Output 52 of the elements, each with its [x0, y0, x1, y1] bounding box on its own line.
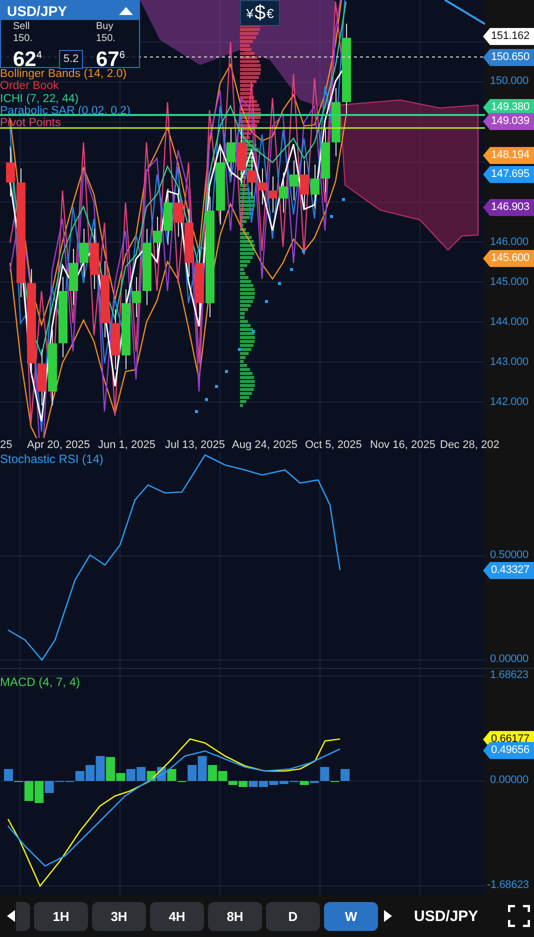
indicator-legend[interactable]: ICHI (7, 22, 44)	[0, 92, 130, 105]
price-tag: 0.49656	[483, 742, 534, 759]
sell-label: Sell	[13, 21, 31, 33]
price-tag: 147.695	[483, 166, 534, 183]
symbol-label[interactable]: USD/JPY	[414, 908, 478, 924]
axis-label: 1.68623	[490, 669, 528, 681]
indicator-legend[interactable]: Bollinger Bands (14, 2.0)	[0, 68, 130, 80]
timeframe-button[interactable]: W	[324, 902, 378, 930]
axis-label: 142.000	[490, 396, 528, 408]
price-tag: 149.039	[483, 113, 534, 130]
timeframe-button[interactable]: 4H	[150, 902, 204, 930]
indicator-title: MACD (4, 7, 4)	[0, 675, 80, 689]
date-label: Apr 20, 2025	[27, 439, 90, 451]
price-tag: 146.903	[483, 199, 534, 216]
date-label: Oct 5, 2025	[305, 439, 362, 451]
buy-label: Buy	[96, 21, 114, 33]
spread-value: 5.2	[59, 50, 83, 69]
big-figure: 150.	[13, 33, 34, 45]
axis-label: 0.00000	[490, 653, 528, 665]
date-label: 25	[0, 439, 12, 451]
axis-label: 150.000	[490, 75, 528, 87]
date-label: Aug 24, 2025	[232, 439, 298, 451]
timeframe-button[interactable]: 8H	[208, 902, 262, 930]
price-tag: 148.194	[483, 147, 534, 164]
axis-label: 0.00000	[490, 774, 528, 786]
timeframe-button[interactable]: 1H	[34, 902, 88, 930]
indicator-legend[interactable]: Order Book	[0, 80, 130, 93]
trend-line	[444, 0, 485, 25]
date-label: Jun 1, 2025	[98, 439, 156, 451]
date-label: Nov 16, 2025	[370, 439, 436, 451]
timeframe-button[interactable]: D	[266, 902, 320, 930]
timeframe-button[interactable]: 3H	[92, 902, 146, 930]
indicator-title: Stochastic RSI (14)	[0, 452, 104, 466]
fullscreen-icon[interactable]	[508, 905, 530, 927]
symbol-title: USD/JPY	[7, 2, 67, 18]
axis-label: 144.000	[490, 316, 528, 328]
date-label: Jul 13, 2025	[165, 439, 225, 451]
big-figure: 150.	[96, 33, 116, 45]
axis-label: 146.000	[490, 236, 528, 248]
indicator-legend[interactable]: Parabolic SAR (0.02, 0.2)	[0, 104, 130, 118]
scroll-right-icon[interactable]	[384, 910, 392, 922]
price-tag: 145.600	[483, 250, 534, 267]
price-tag: 0.43327	[483, 562, 534, 579]
axis-label: 145.000	[490, 276, 528, 288]
currency-button[interactable]: ¥$€	[240, 0, 280, 26]
collapse-icon[interactable]	[119, 6, 133, 14]
axis-label: -1.68623	[487, 879, 529, 891]
axis-label: 0.50000	[490, 549, 528, 561]
axis-label: 143.000	[490, 356, 528, 368]
price-tag: 151.162	[483, 28, 534, 45]
price-tag: 150.650	[483, 49, 534, 66]
date-label: Dec 28, 202	[440, 439, 500, 451]
